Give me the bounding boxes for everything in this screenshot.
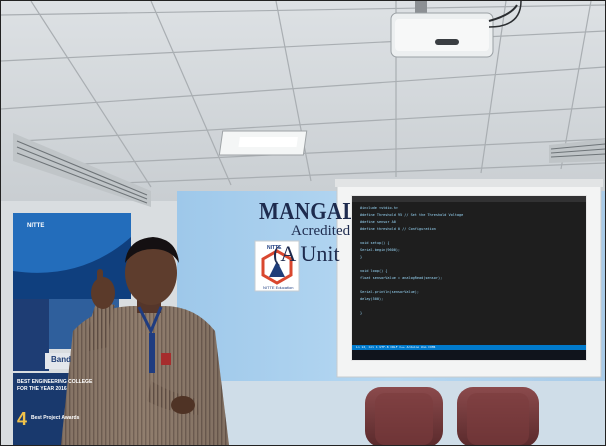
photo-frame: MANGALORE Acredited b (A Unit NITTE NITT…	[0, 0, 606, 446]
poster-line1: BEST ENGINEERING COLLEGE	[17, 379, 93, 385]
editor-status-text: Ln 12, Col 1 UTF-8 CRLF C++ Arduino Uno …	[356, 345, 436, 349]
logo-caption: NITTE Education	[263, 285, 294, 290]
code-line: float sensorValue = analogRead(sensor);	[360, 276, 443, 280]
code-line: #include <stdio.h>	[360, 206, 398, 210]
poster-award-number: 4	[17, 409, 28, 429]
chair-left	[365, 387, 443, 445]
wall-sign-line3: (A Unit	[273, 241, 340, 266]
code-line: Serial.println(sensorValue);	[360, 290, 420, 294]
code-line: }	[360, 255, 363, 259]
code-line: #define Threshold 95 // Set the Threshol…	[360, 213, 464, 217]
code-line: Serial.begin(9600);	[360, 248, 401, 252]
code-line: }	[360, 311, 363, 315]
code-line: #define threshold 0 // Configuration	[360, 227, 436, 231]
poster-line2: FOR THE YEAR 2016	[17, 386, 67, 392]
logo-title: NITTE	[267, 245, 282, 251]
code-line: delay(500);	[360, 297, 384, 301]
chair-right	[457, 387, 539, 445]
poster-band-text: Band	[51, 355, 71, 364]
left-banner-title: NITTE	[27, 223, 45, 229]
code-line: void loop() {	[360, 269, 388, 273]
poster-award-text: Best Project Awards	[31, 415, 80, 421]
code-line: #define sensor A0	[360, 220, 396, 224]
code-line: void setup() {	[360, 241, 390, 245]
projected-code-editor: #include <stdio.h> #define Threshold 95 /…	[351, 195, 587, 361]
taskbar	[352, 350, 586, 360]
